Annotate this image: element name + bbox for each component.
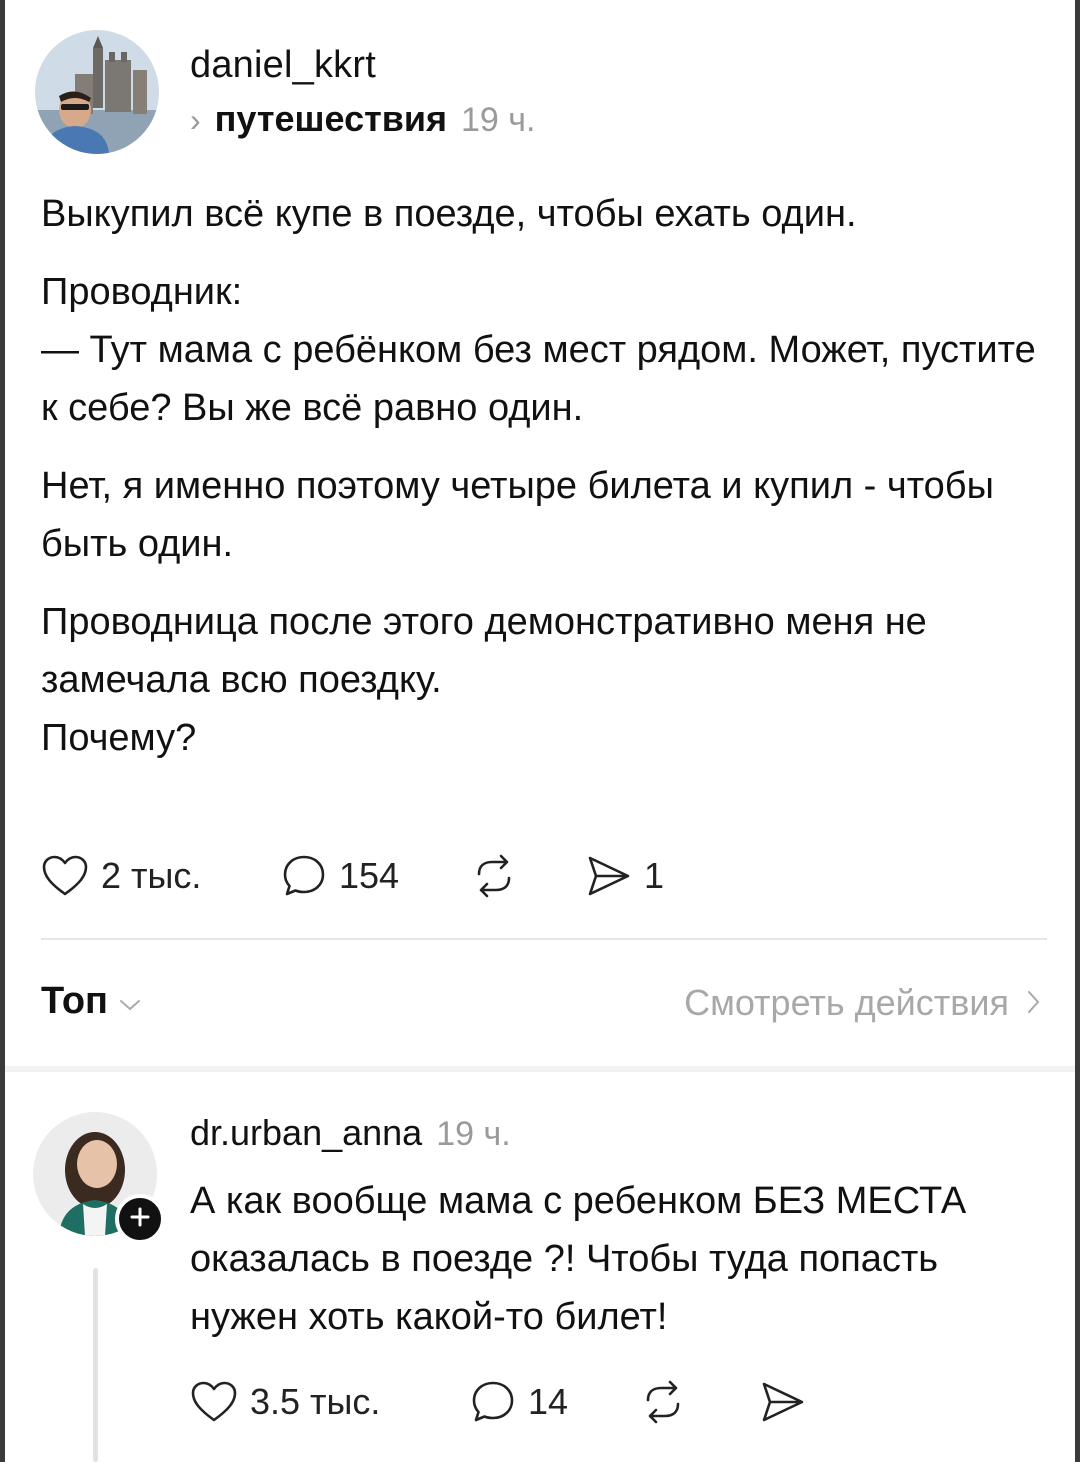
post-paragraph: — Тут мама с ребёнком без мест рядом. Мо… — [41, 329, 1036, 429]
like-button[interactable]: 2 тыс. — [41, 854, 281, 898]
chevron-right-icon — [1025, 982, 1041, 1024]
window-frame-right — [1075, 0, 1080, 1462]
thread-line — [93, 1268, 98, 1462]
share-count: 1 — [644, 855, 665, 896]
post-card: daniel_kkrt › путешествия 19 ч. Выкупил … — [5, 0, 1075, 1066]
reply-card: dr.urban_anna 19 ч. А как вообще мама с … — [5, 1072, 1075, 1462]
heart-icon — [41, 854, 89, 898]
comment-bubble-icon — [281, 853, 327, 899]
follow-button[interactable] — [115, 1194, 165, 1244]
comment-count: 154 — [339, 855, 400, 896]
post-paragraph: Нет, я именно поэтому четыре билета и ку… — [41, 465, 994, 565]
share-button[interactable]: 1 — [586, 854, 664, 898]
send-icon — [586, 854, 632, 898]
post-body: Выкупил всё купе в поезде, чтобы ехать о… — [41, 185, 1051, 767]
sort-dropdown[interactable]: Топ — [41, 980, 142, 1023]
post-paragraph: Выкупил всё купе в поезде, чтобы ехать о… — [41, 193, 857, 235]
reply-actions: 3.5 тыс. 14 — [190, 1372, 806, 1432]
repost-button[interactable] — [471, 854, 586, 898]
view-actions-label: Смотреть действия — [684, 982, 1009, 1023]
heart-icon — [190, 1380, 238, 1424]
send-icon — [760, 1380, 806, 1424]
post-paragraph: Проводница после этого демонстративно ме… — [41, 601, 927, 701]
sort-label: Топ — [41, 980, 108, 1022]
author-username[interactable]: daniel_kkrt — [190, 44, 376, 87]
divider — [41, 938, 1047, 940]
post-time: 19 ч. — [461, 101, 536, 139]
reply-like-count: 3.5 тыс. — [250, 1381, 381, 1422]
reply-body: А как вообще мама с ребенком БЕЗ МЕСТА о… — [190, 1180, 967, 1338]
reply-repost-button[interactable] — [640, 1380, 760, 1424]
reply-username[interactable]: dr.urban_anna — [190, 1112, 422, 1154]
post-paragraph: Почему? — [41, 717, 197, 759]
reply-comment-count: 14 — [528, 1381, 569, 1422]
comments-sort-row: Топ Смотреть действия — [41, 980, 1041, 1030]
reply-header: dr.urban_anna 19 ч. — [190, 1112, 511, 1154]
comment-bubble-icon — [470, 1379, 516, 1425]
author-avatar[interactable] — [35, 30, 159, 154]
reply-time: 19 ч. — [436, 1115, 511, 1153]
comment-button[interactable]: 154 — [281, 853, 471, 899]
chevron-down-icon — [118, 980, 142, 1023]
community-link[interactable]: путешествия — [215, 98, 447, 140]
repost-icon — [640, 1380, 686, 1424]
like-count: 2 тыс. — [101, 855, 202, 896]
plus-icon — [128, 1205, 152, 1234]
view-actions-link[interactable]: Смотреть действия — [684, 982, 1041, 1024]
reply-comment-button[interactable]: 14 — [470, 1379, 640, 1425]
post-actions: 2 тыс. 154 1 — [41, 846, 664, 906]
post-paragraph: Проводник: — [41, 271, 243, 313]
chevron-right-icon: › — [190, 102, 201, 138]
repost-icon — [471, 854, 517, 898]
community-row: › путешествия 19 ч. — [190, 98, 535, 140]
reply-like-button[interactable]: 3.5 тыс. — [190, 1380, 470, 1424]
reply-share-button[interactable] — [760, 1380, 806, 1424]
